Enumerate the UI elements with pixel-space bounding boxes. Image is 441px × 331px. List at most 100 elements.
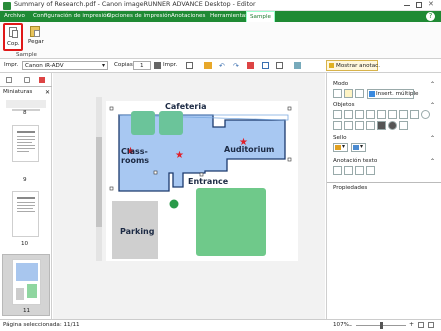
show-annotations-button[interactable]: Mostrar anotac. — [326, 60, 381, 71]
filled-rect-tool-icon[interactable] — [377, 121, 386, 130]
rotate-icon[interactable] — [262, 62, 269, 69]
line-tool-icon[interactable] — [388, 110, 397, 119]
printer-icon[interactable] — [154, 62, 161, 69]
filled-ellipse-tool-icon[interactable] — [388, 121, 397, 130]
redo-icon[interactable]: ↷ — [233, 62, 239, 70]
pencil-tool-icon[interactable] — [333, 110, 342, 119]
resize-handle[interactable] — [199, 172, 204, 177]
page-thumbnail-9[interactable] — [12, 125, 39, 162]
scrollbar-thumb[interactable] — [96, 137, 102, 227]
zoom-slider[interactable] — [356, 322, 406, 329]
selected-thumbnail-frame[interactable]: 11 — [2, 254, 50, 316]
annotation-pane: Modo ⌃ Insert. múltiple Objetos ⌃ Sello … — [326, 73, 441, 319]
tab-sample[interactable]: Sample — [246, 11, 275, 22]
date-stamp-icon — [353, 145, 359, 150]
resize-handle[interactable] — [109, 106, 114, 111]
ribbon-tab-bar: Archivo Configuración de impresión Opcio… — [0, 11, 441, 22]
pages-icon[interactable] — [6, 77, 12, 83]
polygon-tool-icon[interactable] — [355, 121, 364, 130]
chevron-down-icon: ▾ — [101, 62, 105, 69]
cloud-tool-icon[interactable] — [366, 121, 375, 130]
copy-button[interactable]: Cop. — [3, 23, 23, 51]
fit-width-icon[interactable] — [428, 322, 434, 328]
page-setup-icon[interactable] — [186, 62, 193, 69]
zoom-in-icon[interactable]: + — [409, 321, 414, 328]
green-area — [196, 188, 266, 256]
show-annotations-label: Mostrar anotac. — [336, 63, 381, 69]
close-icon[interactable]: ✕ — [428, 0, 434, 8]
header-footer-icon[interactable] — [355, 166, 364, 175]
vertical-scrollbar[interactable] — [96, 97, 102, 261]
close-icon[interactable]: ✕ — [45, 89, 50, 96]
page-number-11: 11 — [23, 308, 31, 314]
insert-multiple-button[interactable]: Insert. múltiple — [367, 89, 418, 99]
label-cafeteria: Cafeteria — [165, 102, 207, 111]
page-selected-status: Página seleccionada: 11/11 — [3, 322, 80, 328]
page-thumbnail-11[interactable] — [12, 259, 41, 305]
zoom-tool-icon[interactable] — [355, 89, 364, 98]
undo-icon[interactable]: ↶ — [219, 62, 225, 70]
help-icon[interactable]: ? — [426, 12, 435, 21]
tab-annotations[interactable]: Anotaciones — [171, 11, 205, 22]
resize-handle[interactable] — [153, 170, 158, 175]
minimize-icon[interactable] — [404, 5, 410, 6]
polyline-tool-icon[interactable] — [333, 121, 342, 130]
stamp-button[interactable]: ▾ — [333, 143, 348, 152]
resize-handle[interactable] — [287, 157, 292, 162]
pdf-icon[interactable] — [39, 77, 45, 83]
collapse-icon[interactable]: ⌃ — [430, 102, 435, 109]
ellipse-tool-icon[interactable] — [410, 110, 419, 119]
page-thumbnail-10[interactable] — [12, 191, 39, 237]
paste-button[interactable]: Pegar — [26, 23, 46, 51]
window-title: Summary of Research.pdf - Canon imageRUN… — [14, 1, 256, 8]
resize-handle[interactable] — [287, 106, 292, 111]
ribbon-group-label: Sample — [16, 52, 37, 58]
paste-label: Pegar — [28, 39, 44, 45]
printer-select[interactable]: Canon iR-ADV ▾ — [22, 61, 108, 70]
tab-tools[interactable]: Herramientas — [210, 11, 248, 22]
tab-print-settings[interactable]: Configuración de impresión — [33, 11, 110, 22]
circle-tool-icon[interactable] — [421, 110, 430, 119]
collapse-icon[interactable]: ⌃ — [430, 158, 435, 165]
resize-handle[interactable] — [109, 186, 114, 191]
page-number-icon[interactable] — [366, 166, 375, 175]
text-cursor-icon[interactable] — [333, 166, 342, 175]
page-number-10: 10 — [21, 241, 29, 247]
chevron-down-icon: ▾ — [342, 143, 346, 150]
collapse-icon[interactable]: ⌃ — [430, 81, 435, 88]
highlighter-tool-icon[interactable] — [344, 110, 353, 119]
room-block-2 — [159, 111, 183, 135]
copy-icon — [9, 27, 18, 38]
document-view[interactable]: ★ ★ ★ Cafeteria Class- rooms Auditorium … — [53, 73, 325, 319]
rectangle-tool-icon[interactable] — [399, 110, 408, 119]
extract-icon[interactable] — [276, 62, 283, 69]
hand-tool-icon[interactable] — [344, 89, 353, 98]
zoom-level: 107% — [333, 322, 349, 328]
scrollbar[interactable] — [6, 100, 46, 108]
note-icon[interactable] — [344, 166, 353, 175]
page-number-8: 8 — [23, 110, 27, 116]
collapse-icon[interactable]: ⌃ — [430, 135, 435, 142]
arrow-tool-icon[interactable] — [377, 110, 386, 119]
text-tool-icon[interactable] — [355, 110, 364, 119]
copies-stepper[interactable]: 1 — [133, 61, 151, 70]
eraser-tool-icon[interactable] — [399, 121, 408, 130]
zoom-slider-thumb[interactable] — [380, 322, 383, 329]
tab-archivo[interactable]: Archivo — [4, 11, 25, 22]
fit-page-icon[interactable] — [418, 322, 424, 328]
copies-value: 1 — [140, 63, 144, 69]
label-parking: Parking — [120, 227, 155, 236]
zoom-out-icon[interactable]: – — [349, 322, 352, 329]
stamp-icon — [335, 145, 341, 150]
select-tool-icon[interactable] — [333, 89, 342, 98]
maximize-icon[interactable] — [416, 2, 422, 8]
sticky-note-icon[interactable] — [366, 110, 375, 119]
print-label[interactable]: Impr. — [163, 62, 177, 68]
curve-tool-icon[interactable] — [344, 121, 353, 130]
delete-icon[interactable] — [247, 62, 254, 69]
edit-icon[interactable] — [204, 62, 212, 69]
comment-icon[interactable] — [24, 77, 30, 83]
tab-print-options[interactable]: Opciones de impresión — [107, 11, 171, 22]
settings-icon[interactable] — [294, 62, 301, 69]
date-stamp-button[interactable]: ▾ — [351, 143, 366, 152]
